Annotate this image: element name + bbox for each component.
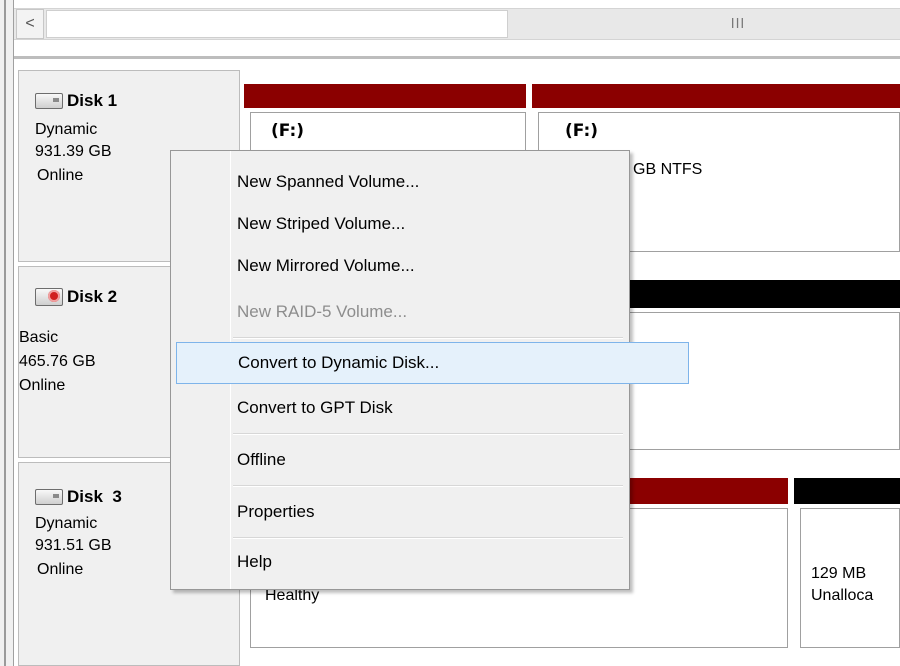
disk-1-volume-1-bar xyxy=(244,84,526,108)
disk-3-size: 931.51 GB xyxy=(35,537,112,554)
disk-1-type: Dynamic xyxy=(35,121,98,138)
menu-separator xyxy=(233,337,623,339)
disk-1-volume-2-info: GB NTFS xyxy=(633,161,703,178)
menu-separator xyxy=(233,537,623,539)
disk-3-status: Online xyxy=(37,561,84,578)
menu-item-convert-to-gpt-disk[interactable]: Convert to GPT Disk xyxy=(233,388,629,428)
disk-3-unallocated-bar xyxy=(794,478,900,504)
menu-item-properties[interactable]: Properties xyxy=(233,492,629,532)
menu-item-convert-to-dynamic-disk[interactable]: Convert to Dynamic Disk... xyxy=(176,342,689,384)
disk-1-volume-2-bar xyxy=(532,84,900,108)
menu-separator xyxy=(233,485,623,487)
hard-disk-icon xyxy=(35,489,63,505)
menu-item-new-spanned-volume[interactable]: New Spanned Volume... xyxy=(233,162,629,202)
disk-1-volume-1-title: (F:) xyxy=(271,121,305,141)
pane-divider xyxy=(14,56,900,59)
menu-item-help[interactable]: Help xyxy=(233,542,629,582)
menu-item-new-mirrored-volume[interactable]: New Mirrored Volume... xyxy=(233,246,629,286)
disk-3-volume-2-size: 129 MB xyxy=(811,565,867,582)
scrollbar-thumb[interactable] xyxy=(46,10,508,38)
disk-2-size: 465.76 GB xyxy=(19,353,96,370)
disk-1-volume-2-title: (F:) xyxy=(565,121,599,141)
disk-3-unallocated-volume[interactable]: 129 MB Unalloca xyxy=(800,508,900,648)
menu-item-offline[interactable]: Offline xyxy=(233,440,629,480)
scroll-left-arrow-icon[interactable]: < xyxy=(16,9,44,39)
window-frame-left xyxy=(0,0,14,666)
menu-item-new-striped-volume[interactable]: New Striped Volume... xyxy=(233,204,629,244)
menu-item-new-raid5-volume: New RAID-5 Volume... xyxy=(237,302,408,321)
disk-3-volume-2-status: Unalloca xyxy=(811,587,874,604)
hard-disk-icon xyxy=(35,93,63,109)
scrollbar-grip-icon[interactable]: III xyxy=(726,14,750,34)
disk-2-name: Disk 2 xyxy=(67,287,118,306)
disk-2-type: Basic xyxy=(19,329,59,346)
disk-3-name: Disk 3 xyxy=(67,487,122,506)
disk-2-status: Online xyxy=(19,377,66,394)
disk-3-type: Dynamic xyxy=(35,515,98,532)
disk-1-status: Online xyxy=(37,167,84,184)
menu-separator xyxy=(233,433,623,435)
disk-1-name: Disk 1 xyxy=(67,91,118,110)
hard-disk-removable-icon xyxy=(35,288,63,306)
disk-1-size: 931.39 GB xyxy=(35,143,112,160)
